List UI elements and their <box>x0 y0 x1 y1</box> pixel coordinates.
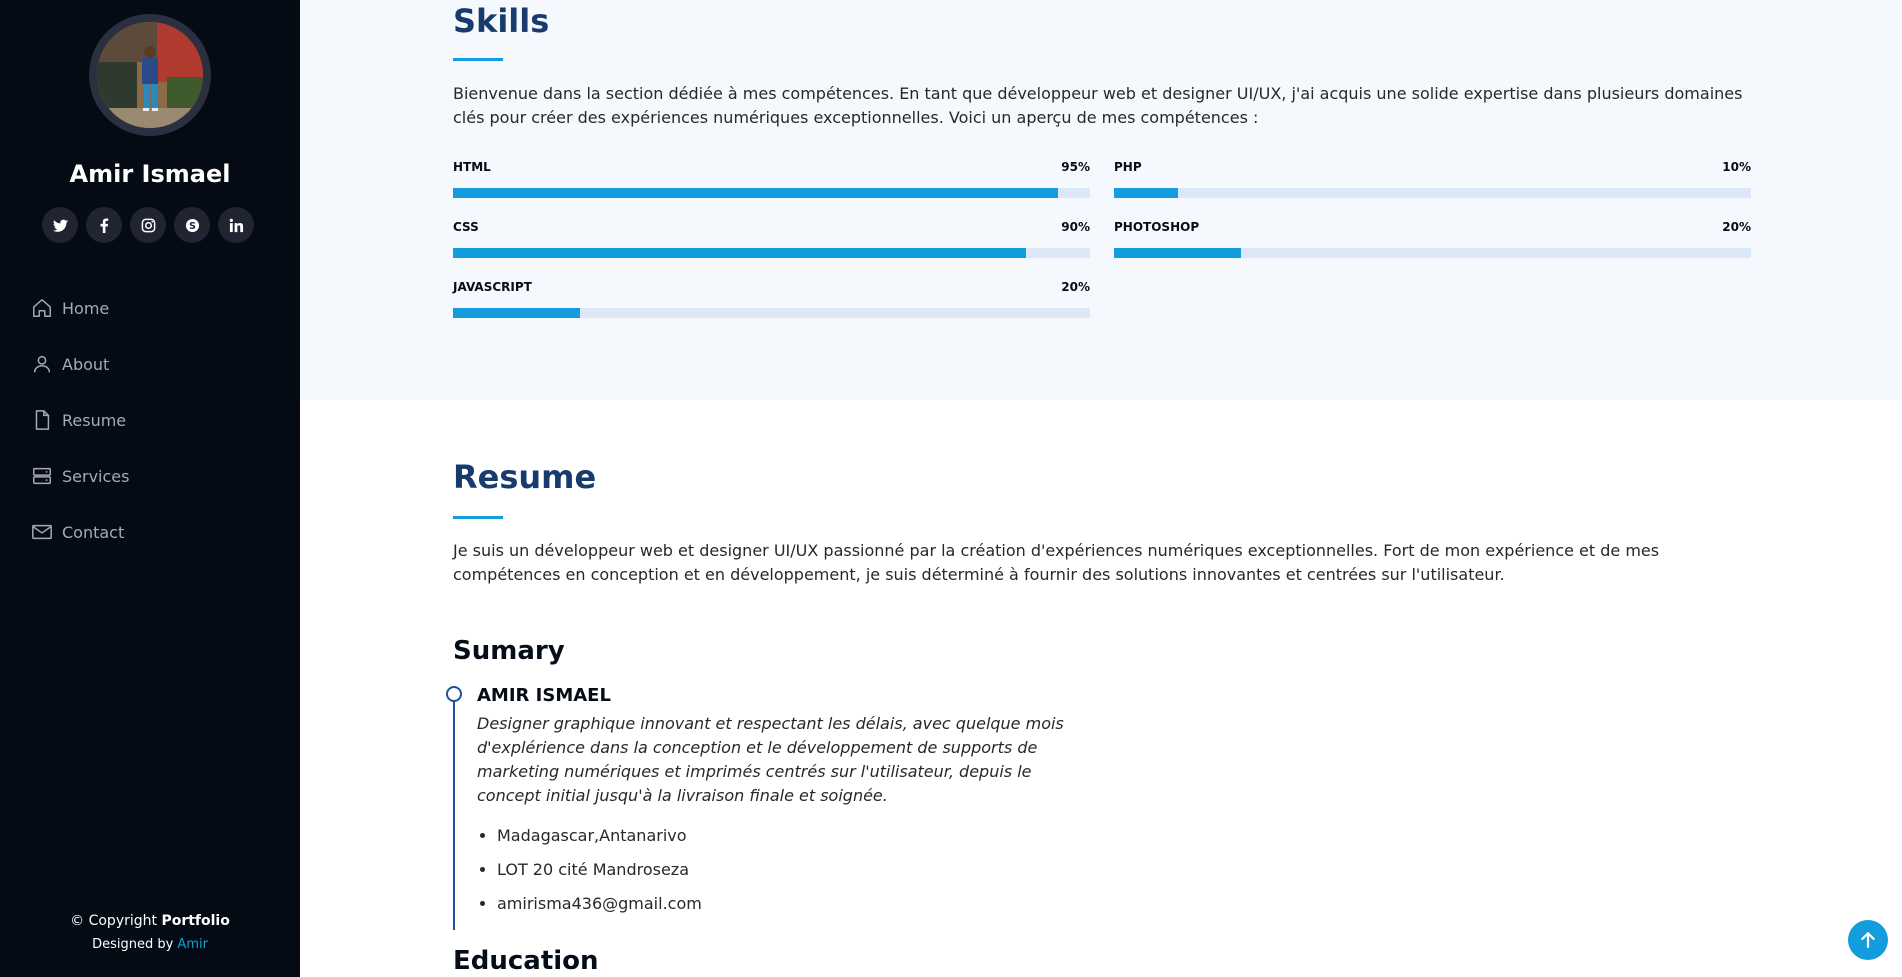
skill-progress <box>1114 188 1751 198</box>
skill-value: 95% <box>1061 160 1090 174</box>
nav-label: Resume <box>62 410 127 430</box>
social-links: S <box>42 207 254 243</box>
resume-title: Resume <box>453 458 597 496</box>
sidebar-footer: © Copyright Portfolio Designed by Amir <box>0 913 300 959</box>
back-to-top-button[interactable] <box>1848 920 1888 960</box>
sidebar-nav: Home About Resume Services Contact <box>30 280 129 560</box>
summary-title: Sumary <box>453 636 565 666</box>
skill-progress-fill <box>453 248 1027 258</box>
nav-label: Services <box>62 466 130 486</box>
skill-name: CSS <box>453 220 479 234</box>
skills-section: Skills Bienvenue dans la section dédiée … <box>300 0 1902 400</box>
skill-name: PHP <box>1114 160 1142 174</box>
credits-prefix: Designed by <box>92 937 178 952</box>
nav-item-services[interactable]: Services <box>30 448 129 504</box>
skills-description: Bienvenue dans la section dédiée à mes c… <box>453 84 1743 127</box>
skill-value: 20% <box>1061 280 1090 294</box>
skill-progress-fill <box>453 308 581 318</box>
skill-css: CSS 90% <box>453 220 1090 258</box>
skill-progress <box>453 188 1090 198</box>
skill-progress <box>1114 248 1751 258</box>
avatar <box>89 14 211 136</box>
arrow-up-icon <box>1861 932 1875 948</box>
profile-photo <box>97 22 203 128</box>
skill-html: HTML 95% <box>453 160 1090 198</box>
copyright-brand: Portfolio <box>161 913 230 929</box>
person-icon <box>30 352 54 376</box>
designer-link[interactable]: Amir <box>177 937 208 952</box>
resume-description: Je suis un développeur web et designer U… <box>453 541 1660 584</box>
summary-timeline-item: AMIR ISMAEL Designer graphique innovant … <box>446 685 1093 930</box>
skill-progress-fill <box>453 188 1059 198</box>
linkedin-icon <box>229 218 243 232</box>
skill-javascript: JAVASCRIPT 20% <box>453 280 1090 318</box>
skill-progress-fill <box>1114 248 1242 258</box>
skill-value: 20% <box>1722 220 1751 234</box>
skype-icon: S <box>185 218 199 232</box>
nav-label: About <box>62 354 110 374</box>
skill-name: HTML <box>453 160 491 174</box>
summary-details: Madagascar,Antanarivo LOT 20 cité Mandro… <box>477 824 702 926</box>
skill-progress-fill <box>1114 188 1178 198</box>
home-icon <box>30 296 54 320</box>
skype-link[interactable]: S <box>174 207 210 243</box>
main-content: Skills Bienvenue dans la section dédiée … <box>300 0 1902 977</box>
skill-name: PHOTOSHOP <box>1114 220 1200 234</box>
nav-item-home[interactable]: Home <box>30 280 129 336</box>
credits: Designed by Amir <box>0 937 300 959</box>
nav-label: Home <box>62 298 110 318</box>
skill-value: 10% <box>1722 160 1751 174</box>
instagram-link[interactable] <box>130 207 166 243</box>
education-title: Education <box>453 946 599 976</box>
instagram-icon <box>141 218 155 232</box>
list-item: amirisma436@gmail.com <box>497 892 702 926</box>
nav-label: Contact <box>62 522 125 542</box>
linkedin-link[interactable] <box>218 207 254 243</box>
skills-title: Skills <box>453 2 550 40</box>
nav-item-contact[interactable]: Contact <box>30 504 129 560</box>
nav-item-about[interactable]: About <box>30 336 129 392</box>
profile-name: Amir Ismael <box>69 160 231 188</box>
copyright: © Copyright Portfolio <box>0 913 300 937</box>
sidebar: Amir Ismael S Home About Resume Services… <box>0 0 300 977</box>
facebook-link[interactable] <box>86 207 122 243</box>
skill-name: JAVASCRIPT <box>453 280 532 294</box>
skill-progress <box>453 308 1090 318</box>
list-item: Madagascar,Antanarivo <box>497 824 702 858</box>
skill-progress <box>453 248 1090 258</box>
summary-name: AMIR ISMAEL <box>477 685 611 706</box>
envelope-icon <box>30 520 54 544</box>
summary-description: Designer graphique innovant et respectan… <box>477 714 1064 805</box>
nav-item-resume[interactable]: Resume <box>30 392 129 448</box>
file-icon <box>30 408 54 432</box>
resume-title-underline <box>453 516 503 519</box>
skill-value: 90% <box>1061 220 1090 234</box>
skills-title-underline <box>453 58 503 61</box>
twitter-icon <box>52 219 68 232</box>
server-icon <box>30 464 54 488</box>
svg-text:S: S <box>189 220 196 231</box>
list-item: LOT 20 cité Mandroseza <box>497 858 702 892</box>
skill-php: PHP 10% <box>1114 160 1751 198</box>
timeline-dot <box>446 686 462 702</box>
skill-photoshop: PHOTOSHOP 20% <box>1114 220 1751 258</box>
twitter-link[interactable] <box>42 207 78 243</box>
facebook-icon <box>100 217 108 233</box>
copyright-prefix: © Copyright <box>70 913 162 929</box>
